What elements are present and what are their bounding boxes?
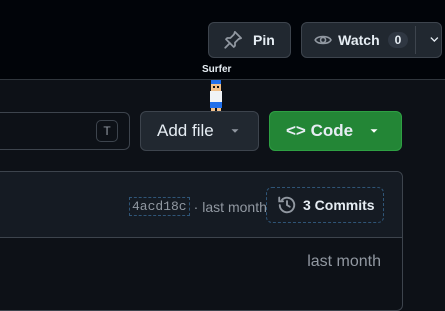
commit-hash-link[interactable]: 4acd18c: [129, 197, 190, 216]
watch-button[interactable]: Watch 0: [301, 22, 442, 58]
pin-icon: [224, 31, 242, 49]
chevron-down-icon: [370, 129, 378, 133]
commit-time: last month: [202, 198, 267, 215]
cursor-name-label: Surfer: [202, 64, 232, 75]
history-icon: [278, 196, 296, 214]
code-button[interactable]: <> Code: [269, 111, 402, 151]
watch-count-badge: 0: [387, 32, 409, 48]
keyboard-shortcut-hint: T: [96, 120, 118, 142]
pin-button[interactable]: Pin: [208, 22, 291, 58]
surfer-avatar-icon: [210, 80, 222, 113]
chevron-down-icon: [231, 129, 239, 133]
file-row-time: last month: [307, 253, 381, 270]
watch-divider: [415, 26, 416, 54]
code-label: <> Code: [286, 121, 354, 140]
commits-history-link[interactable]: 3 Commits: [266, 187, 384, 223]
eye-icon: [314, 35, 332, 45]
watch-label: Watch: [338, 32, 380, 48]
commits-label: 3 Commits: [303, 197, 375, 213]
latest-commit-info: 4acd18c · last month: [129, 197, 267, 216]
add-file-button[interactable]: Add file: [140, 111, 259, 151]
commit-separator: ·: [193, 198, 199, 215]
chevron-down-icon[interactable]: [428, 33, 441, 47]
add-file-label: Add file: [157, 121, 214, 140]
pin-label: Pin: [253, 32, 275, 48]
